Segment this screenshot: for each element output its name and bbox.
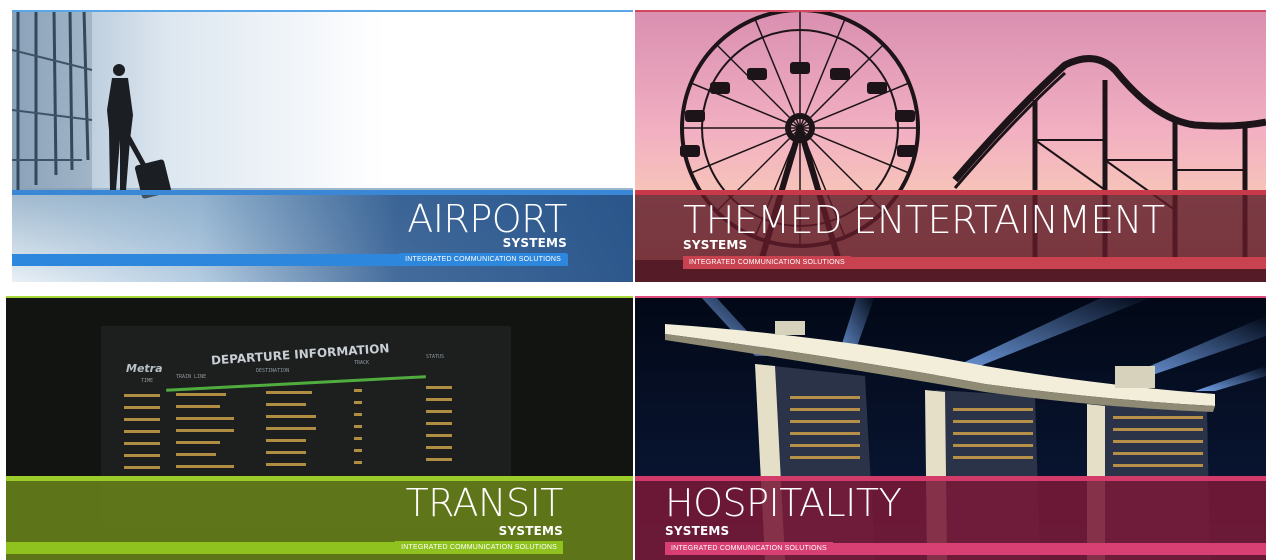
top-accent-line [635, 10, 1266, 12]
tile-tagline: INTEGRATED COMMUNICATION SOLUTIONS [399, 253, 567, 266]
top-accent-line [6, 296, 633, 298]
board-col-status: STATUS [426, 354, 444, 360]
tile-title: HOSPITALITY [665, 481, 902, 525]
board-brand: Metra [126, 362, 163, 375]
board-col-destination: DESTINATION [256, 368, 289, 374]
top-accent-line [12, 10, 633, 12]
board-col-line: TRAIN LINE [176, 374, 206, 380]
tile-title: AIRPORT [407, 197, 567, 241]
tile-title: THEMED ENTERTAINMENT [683, 198, 1165, 242]
tile-transit[interactable]: Metra DEPARTURE INFORMATION TIME TRAIN L… [6, 296, 633, 560]
tile-subtitle: SYSTEMS [683, 238, 748, 252]
tile-hospitality[interactable]: HOSPITALITY SYSTEMS INTEGRATED COMMUNICA… [635, 296, 1266, 560]
tile-subtitle: SYSTEMS [498, 524, 563, 538]
board-col-time: TIME [141, 378, 153, 384]
tile-tagline: INTEGRATED COMMUNICATION SOLUTIONS [683, 256, 851, 269]
tile-tagline: INTEGRATED COMMUNICATION SOLUTIONS [395, 541, 563, 554]
board-col-track: TRACK [354, 360, 369, 366]
tile-subtitle: SYSTEMS [502, 236, 567, 250]
tile-subtitle: SYSTEMS [665, 524, 730, 538]
tile-title: TRANSIT [405, 481, 563, 525]
tile-themed-entertainment[interactable]: THEMED ENTERTAINMENT SYSTEMS INTEGRATED … [635, 10, 1266, 282]
tile-airport[interactable]: AIRPORT SYSTEMS INTEGRATED COMMUNICATION… [12, 10, 633, 282]
top-accent-line [635, 296, 1266, 298]
tile-tagline: INTEGRATED COMMUNICATION SOLUTIONS [665, 542, 833, 555]
